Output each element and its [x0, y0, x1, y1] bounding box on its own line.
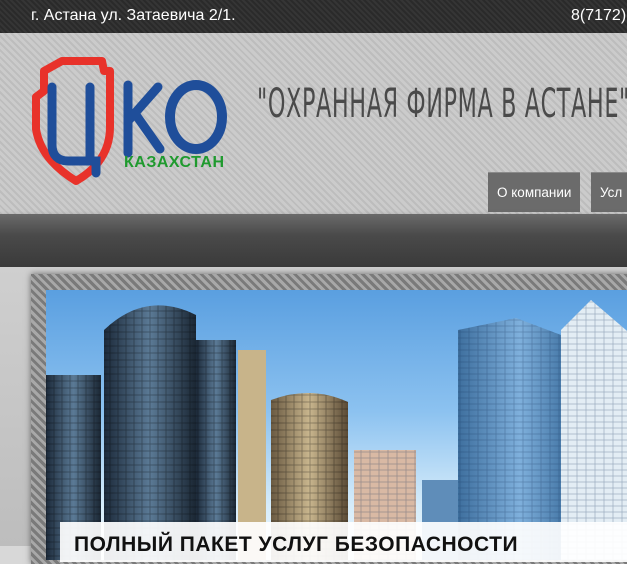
- slider-image[interactable]: [46, 290, 627, 560]
- skyscrapers-image: [46, 300, 627, 560]
- phone-text[interactable]: 8(7172): [571, 7, 626, 25]
- company-logo[interactable]: КАЗАХСТАН: [30, 57, 230, 187]
- main-menu-bar: [0, 214, 627, 267]
- slider-caption: ПОЛНЫЙ ПАКЕТ УСЛУГ БЕЗОПАСНОСТИ: [60, 522, 627, 562]
- slider-caption-text: ПОЛНЫЙ ПАКЕТ УСЛУГ БЕЗОПАСНОСТИ: [74, 533, 519, 556]
- nav-item-about[interactable]: О компании: [488, 172, 581, 212]
- header-slogan: "ОХРАННАЯ ФИРМА В АСТАНЕ": [257, 81, 627, 127]
- top-bar: г. Астана ул. Затаевича 2/1. 8(7172): [0, 0, 627, 33]
- nav-item-services[interactable]: Усл: [591, 172, 627, 212]
- site-header: КАЗАХСТАН "ОХРАННАЯ ФИРМА В АСТАНЕ" О ко…: [0, 33, 627, 214]
- logo-subtitle: КАЗАХСТАН: [124, 154, 225, 171]
- address-text: г. Астана ул. Затаевича 2/1.: [31, 7, 236, 24]
